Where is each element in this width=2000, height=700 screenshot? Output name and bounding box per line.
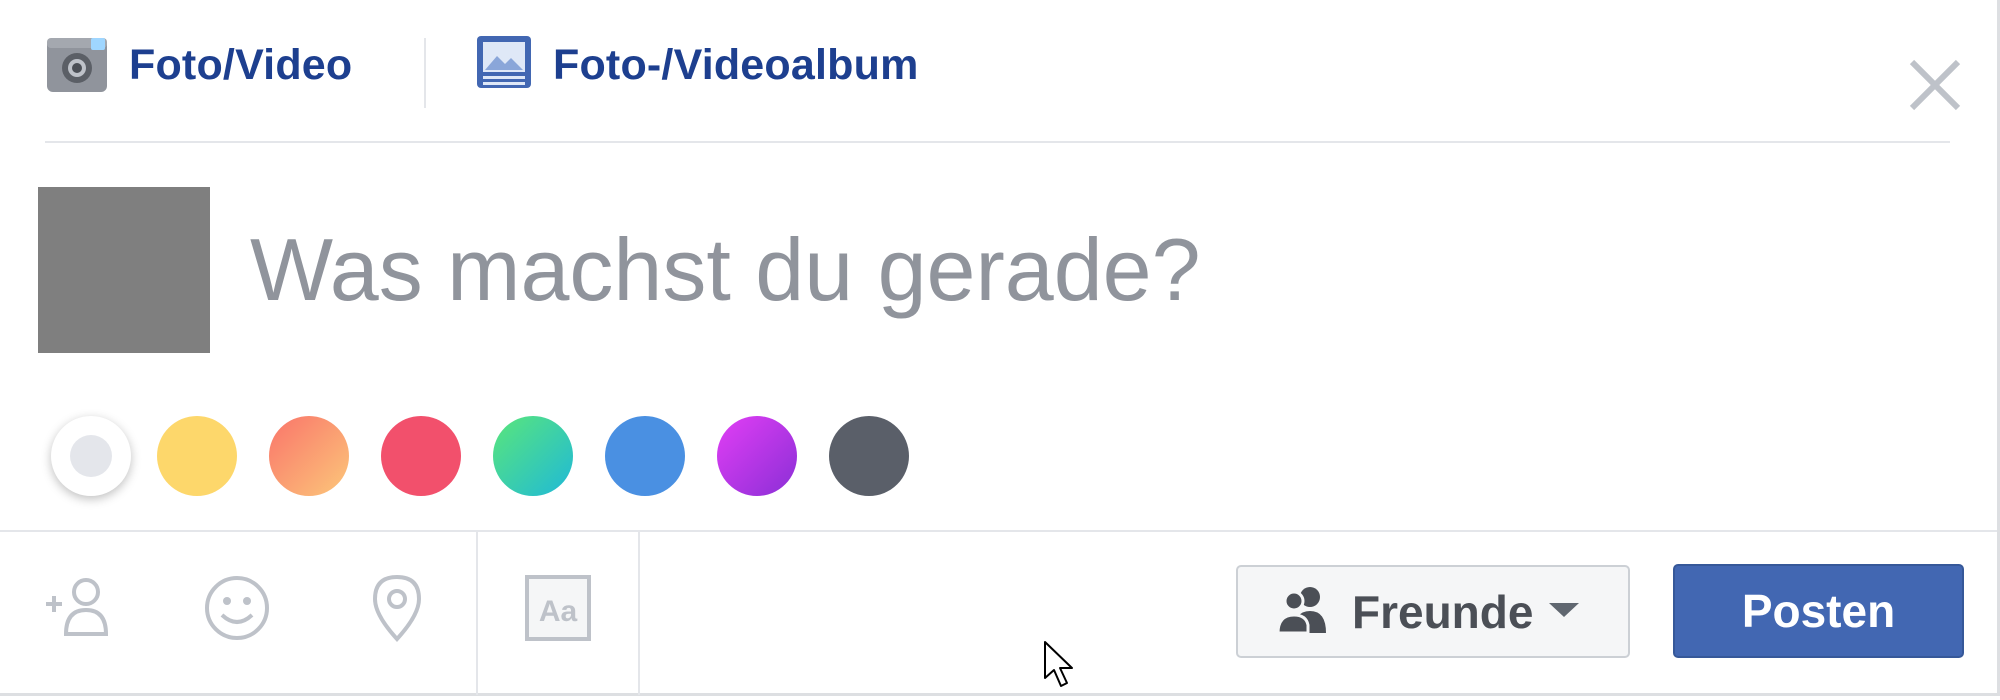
post-button[interactable]: Posten — [1673, 564, 1964, 658]
background-swatches — [0, 400, 1000, 510]
smiley-icon — [202, 573, 272, 648]
swatch-white[interactable] — [51, 416, 131, 496]
location-pin-icon — [367, 573, 427, 648]
swatch-blue[interactable] — [605, 416, 685, 496]
swatch-yellow[interactable] — [157, 416, 237, 496]
tab-photo-album[interactable]: Foto-/Videoalbum — [475, 34, 919, 96]
camera-icon — [45, 32, 109, 99]
selected-dot — [70, 435, 112, 477]
tab-photo-video-label: Foto/Video — [129, 40, 353, 89]
friends-icon — [1276, 583, 1330, 640]
audience-selector[interactable]: Freunde — [1236, 565, 1630, 658]
post-composer: Foto/Video Foto-/Videoalbum Was machst d… — [0, 0, 2000, 696]
tag-friend-icon — [42, 572, 114, 649]
feeling-button[interactable] — [197, 570, 277, 650]
audience-label: Freunde — [1352, 585, 1534, 638]
tag-friends-button[interactable] — [38, 570, 118, 650]
chevron-down-icon — [1547, 599, 1581, 624]
tab-photo-video[interactable]: Foto/Video — [45, 34, 352, 96]
photo-album-icon — [475, 32, 533, 99]
toolbar-separator — [638, 532, 640, 695]
close-icon — [1900, 59, 1970, 124]
toolbar-separator — [476, 532, 478, 695]
swatch-dark-gray[interactable] — [829, 416, 909, 496]
swatch-red[interactable] — [381, 416, 461, 496]
text-format-icon: Aa — [525, 574, 591, 646]
composer-tabs: Foto/Video Foto-/Videoalbum — [0, 0, 1997, 143]
close-button[interactable] — [1900, 50, 1970, 120]
text-format-button[interactable]: Aa — [518, 570, 598, 650]
status-input[interactable] — [250, 210, 1650, 330]
mouse-cursor-icon — [1043, 640, 1077, 695]
avatar — [38, 187, 210, 353]
swatch-orange[interactable] — [269, 416, 349, 496]
swatch-green-teal[interactable] — [493, 416, 573, 496]
tab-photo-album-label: Foto-/Videoalbum — [553, 40, 919, 89]
location-button[interactable] — [357, 570, 437, 650]
text-format-label: Aa — [539, 595, 578, 628]
divider — [0, 530, 1997, 532]
swatch-purple[interactable] — [717, 416, 797, 496]
divider — [45, 141, 1950, 143]
tab-separator — [424, 38, 426, 108]
